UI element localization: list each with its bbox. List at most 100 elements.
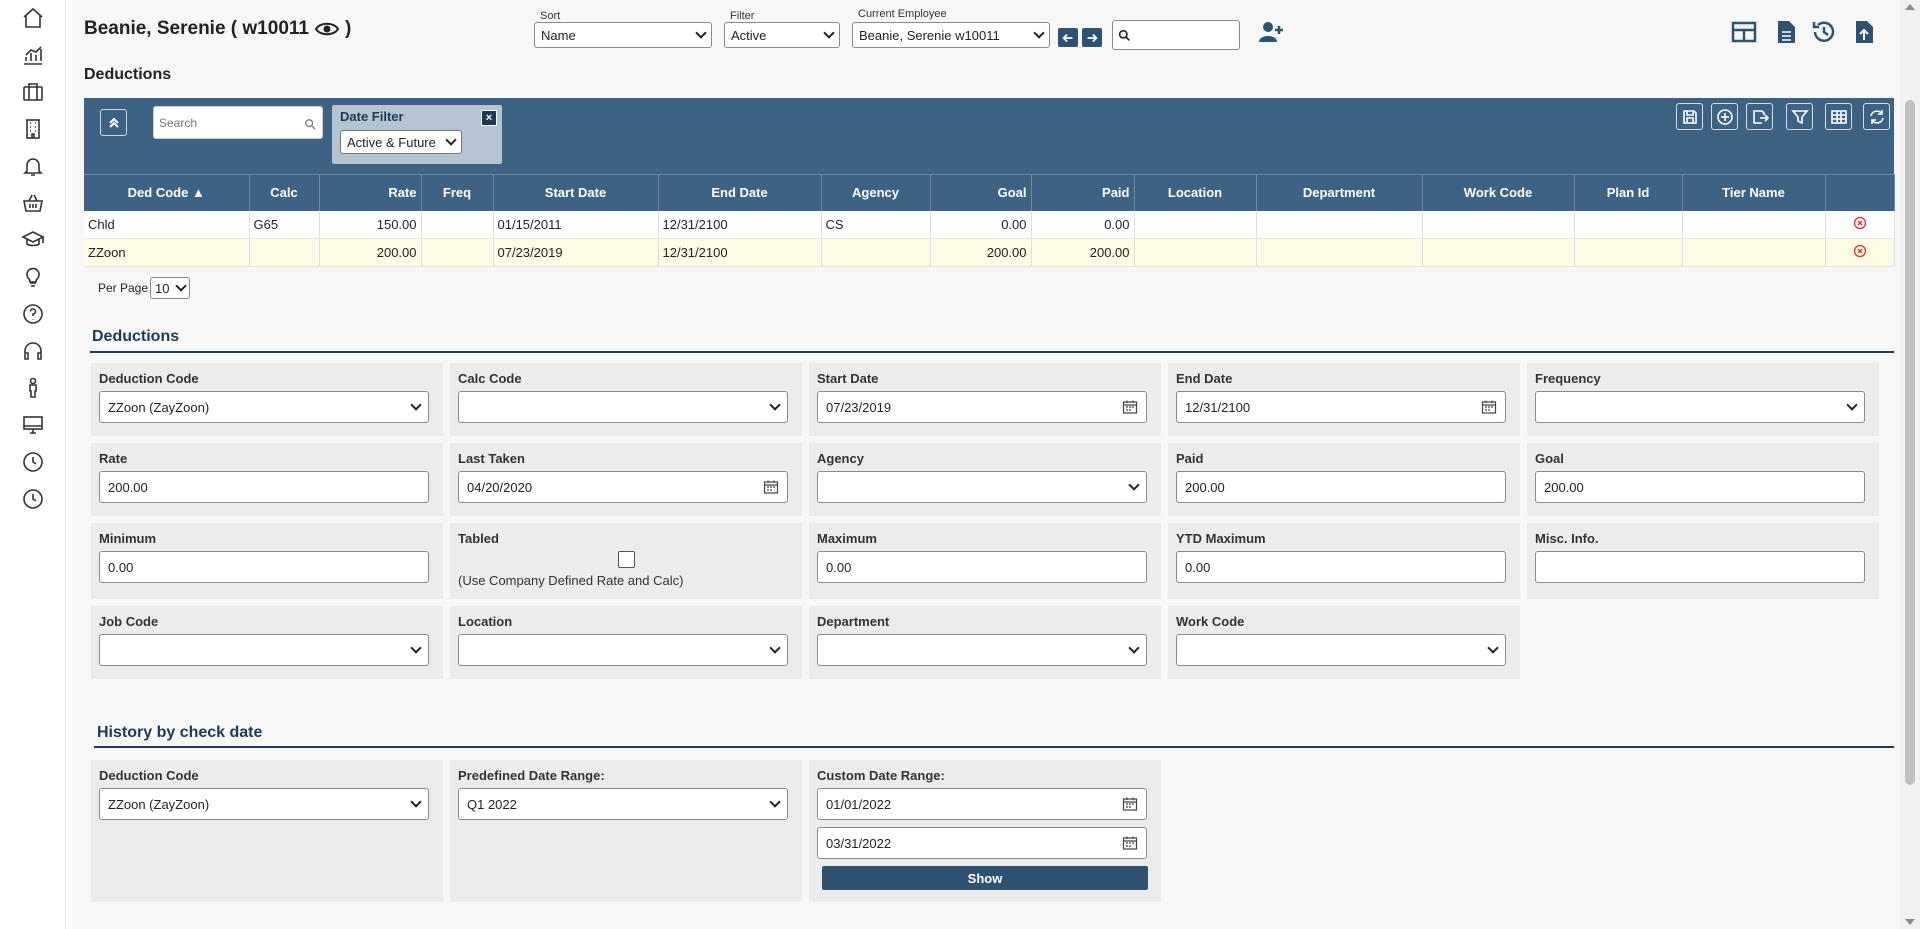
cell-department (1256, 238, 1423, 267)
calendar-icon[interactable] (1122, 399, 1138, 415)
sidebar (0, 0, 66, 929)
collapse-button[interactable] (100, 109, 127, 136)
grid-search-field[interactable] (153, 106, 323, 139)
save-icon (1682, 109, 1697, 124)
save-button[interactable] (1676, 103, 1703, 130)
ytd-maximum-input[interactable]: 0.00 (1176, 551, 1506, 583)
minimum-input[interactable]: 0.00 (99, 551, 429, 583)
show-button[interactable]: Show (822, 866, 1148, 890)
graduation-cap-icon[interactable] (20, 227, 46, 253)
column-header-goal[interactable]: Goal (930, 174, 1032, 211)
column-header-department[interactable]: Department (1256, 174, 1423, 211)
table-row[interactable]: Chld G65 150.00 01/15/2011 12/31/2100 CS… (84, 210, 1895, 239)
column-header-tier-name[interactable]: Tier Name (1682, 174, 1826, 211)
employee-name: Beanie, Serenie ( w10011 (84, 18, 309, 39)
cell-actions (1825, 210, 1895, 239)
column-header-end-date[interactable]: End Date (658, 174, 822, 211)
grid-view-button[interactable] (1729, 17, 1759, 47)
scroll-down-icon[interactable] (1905, 919, 1915, 925)
agency-select[interactable] (817, 471, 1147, 503)
column-header-location[interactable]: Location (1134, 174, 1257, 211)
add-button[interactable] (1711, 103, 1738, 130)
scroll-up-icon[interactable] (1905, 4, 1915, 10)
job-code-select[interactable] (99, 634, 429, 666)
end-date-input[interactable]: 12/31/2100 (1176, 391, 1506, 423)
vertical-scrollbar[interactable] (1900, 0, 1920, 929)
briefcase-icon[interactable] (20, 79, 46, 105)
lightbulb-icon[interactable] (20, 264, 46, 290)
column-header-ded-code[interactable]: Ded Code ▲ (84, 174, 250, 211)
delete-icon[interactable] (1853, 216, 1867, 230)
location-select[interactable] (458, 634, 788, 666)
column-header-plan-id[interactable]: Plan Id (1574, 174, 1683, 211)
sort-select[interactable]: Name (534, 22, 712, 48)
columns-button[interactable] (1825, 103, 1852, 130)
predefined-range-group: Predefined Date Range: Q1 2022 (450, 760, 802, 902)
headset-icon[interactable] (20, 338, 46, 364)
date-filter-close-button[interactable]: × (481, 110, 497, 126)
paid-input[interactable]: 200.00 (1176, 471, 1506, 503)
column-header-rate[interactable]: Rate (319, 174, 422, 211)
bell-icon[interactable] (20, 153, 46, 179)
refresh-button[interactable] (1863, 103, 1890, 130)
department-select[interactable] (817, 634, 1147, 666)
calendar-icon[interactable] (1122, 796, 1138, 812)
employee-search-input[interactable] (1112, 20, 1240, 50)
calc-code-select[interactable] (458, 391, 788, 423)
delete-icon[interactable] (1853, 244, 1867, 258)
basket-icon[interactable] (20, 190, 46, 216)
tabled-checkbox[interactable] (618, 551, 635, 568)
help-icon[interactable] (20, 301, 46, 327)
work-code-select[interactable] (1176, 634, 1506, 666)
agency-label: Agency (817, 451, 864, 466)
column-header-start-date[interactable]: Start Date (493, 174, 659, 211)
filter-select[interactable]: Active (724, 22, 840, 48)
per-page-select[interactable]: 10 (150, 277, 191, 299)
column-header-actions (1825, 174, 1895, 211)
eye-icon[interactable] (314, 20, 339, 38)
column-header-agency[interactable]: Agency (821, 174, 931, 211)
add-employee-button[interactable] (1256, 17, 1286, 47)
goal-input[interactable]: 200.00 (1535, 471, 1865, 503)
upload-button[interactable] (1849, 17, 1879, 47)
document-button[interactable] (1771, 17, 1801, 47)
next-employee-button[interactable] (1082, 28, 1102, 47)
column-header-paid[interactable]: Paid (1031, 174, 1135, 211)
grid-search-input[interactable] (154, 107, 294, 138)
clock-icon[interactable] (20, 449, 46, 475)
start-date-input[interactable]: 07/23/2019 (817, 391, 1147, 423)
custom-range-to-input[interactable]: 03/31/2022 (817, 827, 1147, 859)
deduction-code-select[interactable]: ZZoon (ZayZoon) (99, 391, 429, 423)
table-row[interactable]: ZZoon 200.00 07/23/2019 12/31/2100 200.0… (84, 238, 1895, 267)
misc-info-input[interactable] (1535, 551, 1865, 583)
scrollbar-thumb[interactable] (1905, 100, 1915, 785)
department-label: Department (817, 614, 890, 629)
history-button[interactable] (1809, 17, 1839, 47)
chart-icon[interactable] (20, 42, 46, 68)
predefined-range-select[interactable]: Q1 2022 (458, 788, 788, 820)
column-header-calc[interactable]: Calc (249, 174, 320, 211)
column-header-work-code[interactable]: Work Code (1422, 174, 1575, 211)
last-taken-input[interactable]: 04/20/2020 (458, 471, 788, 503)
building-icon[interactable] (20, 116, 46, 142)
history-deduction-code-select[interactable]: ZZoon (ZayZoon) (99, 788, 429, 820)
custom-range-from-input[interactable]: 01/01/2022 (817, 788, 1147, 820)
date-filter-select[interactable]: Active & Future (340, 130, 462, 154)
table-icon (1830, 109, 1847, 124)
calendar-icon[interactable] (1122, 835, 1138, 851)
export-button[interactable] (1746, 103, 1773, 130)
column-header-freq[interactable]: Freq (421, 174, 494, 211)
monitor-icon[interactable] (20, 412, 46, 438)
current-employee-select[interactable]: Beanie, Serenie w10011 (852, 22, 1050, 48)
calendar-icon[interactable] (763, 479, 779, 495)
clock-icon-2[interactable] (20, 486, 46, 512)
cell-location (1134, 210, 1257, 239)
previous-employee-button[interactable] (1058, 28, 1078, 47)
rate-input[interactable]: 200.00 (99, 471, 429, 503)
home-icon[interactable] (20, 5, 46, 31)
maximum-input[interactable]: 0.00 (817, 551, 1147, 583)
person-icon[interactable] (20, 375, 46, 401)
filter-button[interactable] (1786, 103, 1813, 130)
calendar-icon[interactable] (1481, 399, 1497, 415)
frequency-select[interactable] (1535, 391, 1865, 423)
